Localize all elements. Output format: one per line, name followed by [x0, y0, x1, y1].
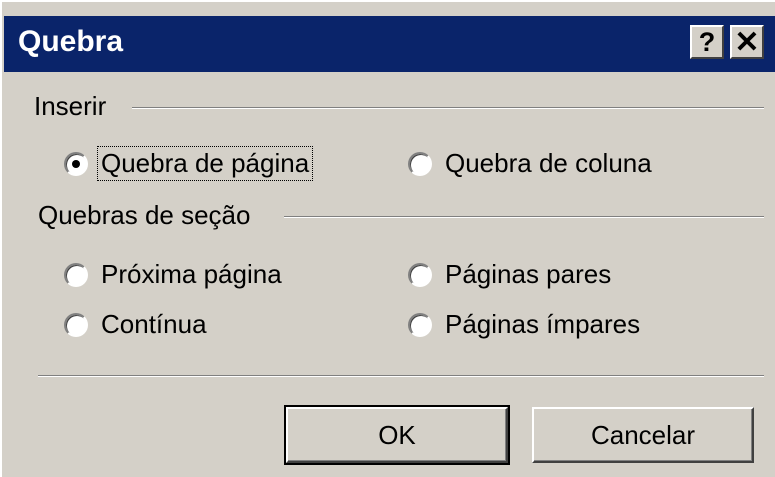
radio-odd-pages-button[interactable] [408, 312, 432, 337]
dialog-title: Quebra [18, 25, 124, 58]
radio-column-break-label: Quebra de coluna [445, 148, 652, 178]
title-bar[interactable]: Quebra ? ✕ [4, 16, 775, 72]
radio-next-page-label: Próxima página [101, 259, 282, 289]
radio-page-break-label: Quebra de página [96, 146, 314, 181]
ok-button[interactable]: OK [284, 405, 510, 465]
section-group-line [284, 216, 764, 218]
radio-continuous-label: Contínua [101, 309, 207, 339]
insert-group-line [132, 107, 764, 109]
radio-next-page[interactable]: Próxima página [64, 258, 285, 291]
radio-page-break-button[interactable] [64, 151, 88, 176]
radio-page-break[interactable]: Quebra de página [64, 146, 314, 181]
radio-continuous-button[interactable] [64, 312, 88, 337]
buttons-separator [38, 375, 764, 377]
radio-column-break-button[interactable] [408, 151, 432, 176]
radio-continuous[interactable]: Contínua [64, 308, 210, 341]
radio-column-break[interactable]: Quebra de coluna [408, 147, 655, 180]
radio-even-pages-button[interactable] [408, 262, 432, 287]
radio-even-pages[interactable]: Páginas pares [408, 258, 614, 291]
radio-even-pages-label: Páginas pares [445, 259, 612, 289]
insert-group-label: Inserir [34, 91, 115, 122]
radio-odd-pages[interactable]: Páginas ímpares [408, 308, 643, 341]
section-group-label: Quebras de seção [38, 200, 259, 231]
break-dialog: Quebra ? ✕ Inserir Quebra de página Queb… [0, 0, 775, 477]
close-icon[interactable]: ✕ [730, 25, 764, 59]
cancel-button[interactable]: Cancelar [532, 407, 754, 463]
radio-odd-pages-label: Páginas ímpares [445, 309, 641, 339]
radio-next-page-button[interactable] [64, 262, 88, 287]
help-icon[interactable]: ? [690, 25, 724, 59]
